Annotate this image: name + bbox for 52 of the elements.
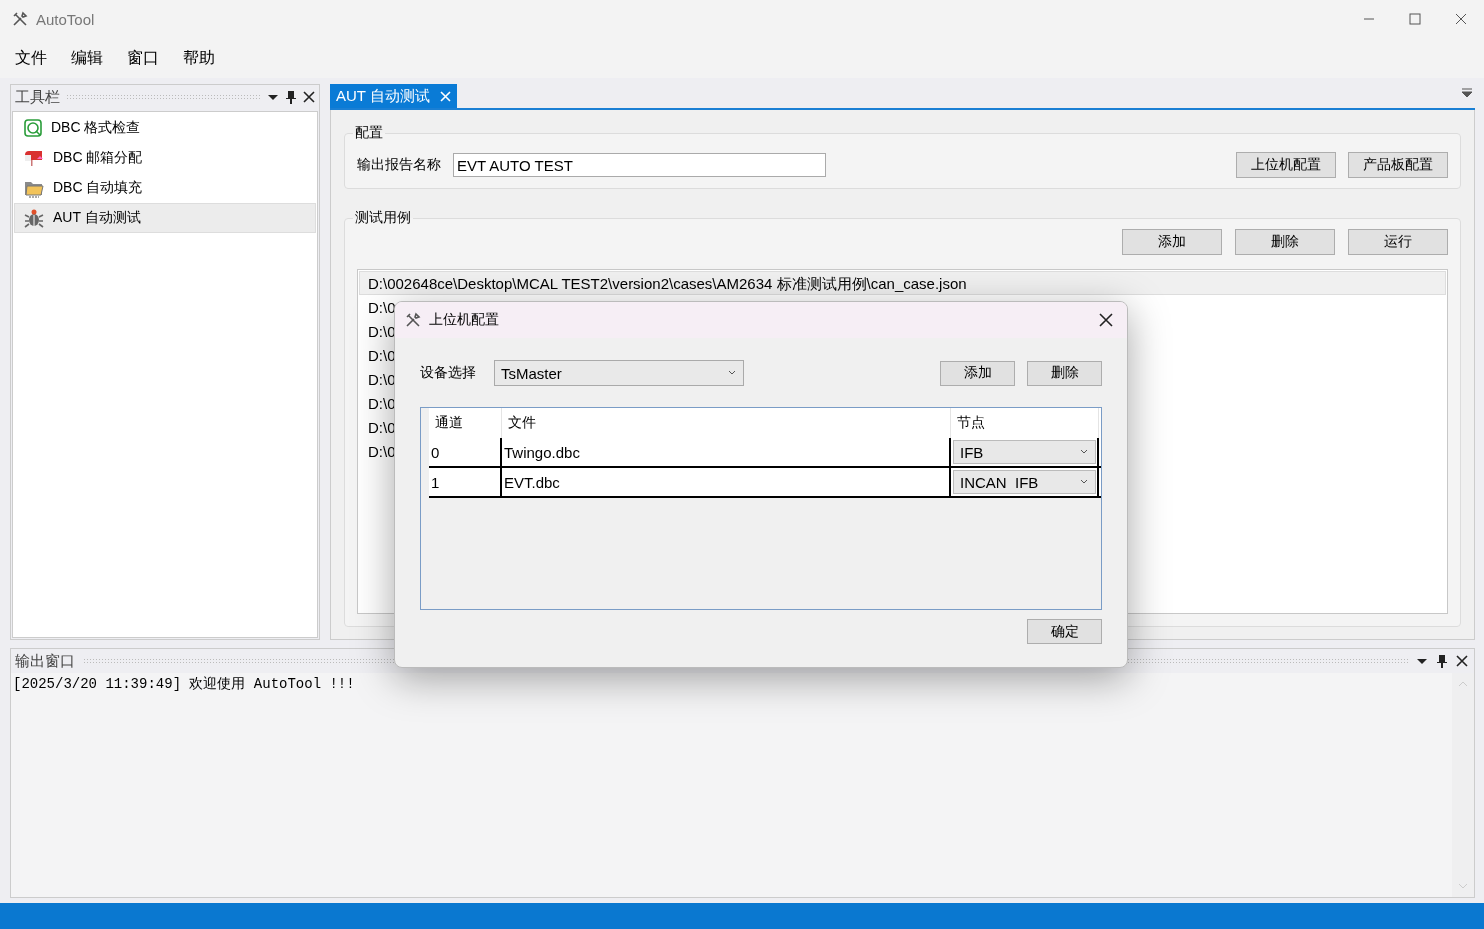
document-tab[interactable]: AUT 自动测试	[330, 84, 457, 108]
chevron-down-icon[interactable]	[1079, 448, 1089, 456]
device-dropdown[interactable]: TsMaster	[494, 360, 744, 386]
tool-item[interactable]: DBC 格式检查	[14, 113, 316, 143]
close-icon[interactable]	[1099, 313, 1113, 327]
panel-title: 工具栏	[15, 87, 60, 107]
field-label: 设备选择	[420, 364, 476, 382]
menu-item[interactable]: 帮助	[174, 47, 224, 69]
log-line: [2025/3/20 11:39:49] 欢迎使用 AutoTool !!!	[13, 675, 356, 693]
menu-item[interactable]: 编辑	[62, 47, 112, 69]
case-button[interactable]: 删除	[1235, 229, 1335, 255]
config-button[interactable]: 产品板配置	[1348, 152, 1448, 178]
tool-item[interactable]: DBC 邮箱分配	[14, 143, 316, 173]
panel-title: 输出窗口	[15, 651, 75, 671]
mailbox-icon	[23, 148, 45, 168]
group-title: 配置	[354, 124, 384, 142]
report-name-field[interactable]: EVT AUTO TEST	[453, 153, 826, 177]
close-icon[interactable]	[303, 91, 315, 103]
dialog-button[interactable]: 删除	[1027, 360, 1102, 386]
close-icon[interactable]	[1456, 655, 1468, 667]
bug-icon	[23, 207, 45, 229]
table-cell: Twingo.dbc	[502, 438, 951, 466]
pin-icon[interactable]	[285, 90, 297, 104]
case-path[interactable]: D:\002648ce\Desktop\MCAL TEST2\version2\cases\AM2634 标准测试用例\can_case.json	[359, 271, 1446, 295]
table-cell: EVT.dbc	[502, 468, 951, 496]
case-button[interactable]: 运行	[1348, 229, 1448, 255]
chevron-down-icon[interactable]	[1079, 478, 1089, 486]
window-title: AutoTool	[36, 10, 96, 28]
check-icon	[23, 118, 43, 138]
node-dropdown[interactable]: INCAN IFB	[953, 470, 1096, 494]
menu-item[interactable]: 窗口	[118, 47, 168, 69]
config-button[interactable]: 上位机配置	[1236, 152, 1336, 178]
field-label: 输出报告名称	[357, 156, 441, 174]
chevron-down-icon[interactable]	[727, 369, 737, 377]
case-path[interactable]: D:\0	[359, 295, 397, 319]
group-title: 测试用例	[354, 209, 412, 227]
tool-item[interactable]: AUT 自动测试	[14, 203, 316, 233]
case-button[interactable]: 添加	[1122, 229, 1222, 255]
dialog-button[interactable]: 添加	[940, 360, 1015, 386]
pin-icon[interactable]	[1436, 654, 1448, 668]
menu-item[interactable]: 文件	[6, 47, 56, 69]
table-cell: 0	[429, 438, 502, 466]
tab-menu-icon[interactable]	[1461, 88, 1473, 98]
ok-button[interactable]: 确定	[1027, 619, 1102, 644]
tools-icon	[405, 312, 421, 328]
maximize-icon[interactable]	[1409, 13, 1421, 25]
table-cell: 1	[429, 468, 502, 496]
tool-item[interactable]: DBC 自动填充	[14, 173, 316, 203]
tools-icon	[12, 11, 28, 27]
close-icon[interactable]	[1455, 13, 1467, 25]
node-dropdown[interactable]: IFB	[953, 440, 1096, 464]
dialog-title: 上位机配置	[429, 311, 500, 329]
